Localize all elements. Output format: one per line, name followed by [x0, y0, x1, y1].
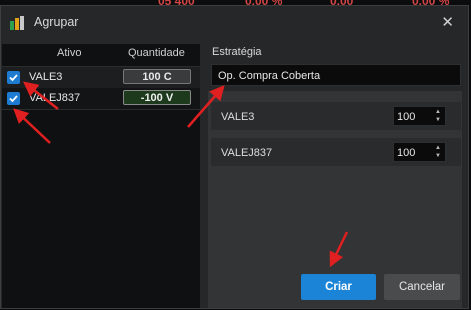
checkmark-icon: [9, 74, 18, 82]
window-title: Agrupar: [34, 15, 79, 29]
table-row[interactable]: VALE3 100 C: [2, 66, 200, 89]
strategy-field[interactable]: Op. Compra Coberta: [211, 64, 461, 86]
strategy-leg-row: VALE3 100 ▲ ▼: [211, 102, 461, 130]
column-header-quantity: Quantidade: [128, 47, 185, 59]
strategy-leg-row: VALEJ837 100 ▲ ▼: [211, 138, 461, 166]
spin-down-icon[interactable]: ▼: [435, 117, 441, 123]
group-dialog: Agrupar ✕ Ativo Quantidade VALE3 100 C V…: [0, 5, 469, 309]
row-checkbox-checked[interactable]: [7, 92, 20, 105]
asset-list-panel: Ativo Quantidade VALE3 100 C VALEJ837 -1…: [2, 44, 200, 308]
asset-name: VALE3: [29, 71, 63, 83]
asset-table-header: Ativo Quantidade: [2, 44, 200, 62]
app-logo-icon: [10, 16, 24, 30]
quantity-badge: 100 C: [123, 69, 191, 84]
row-checkbox-checked[interactable]: [7, 71, 20, 84]
leg-quantity-value: 100: [397, 111, 416, 123]
leg-asset-name: VALEJ837: [221, 147, 273, 159]
create-button[interactable]: Criar: [301, 274, 376, 300]
strategy-label: Estratégia: [212, 46, 262, 58]
cancel-button[interactable]: Cancelar: [384, 274, 460, 300]
spin-up-icon[interactable]: ▲: [435, 109, 441, 115]
asset-name: VALEJ837: [29, 92, 81, 104]
spin-up-icon[interactable]: ▲: [435, 145, 441, 151]
title-bar: Agrupar ✕: [1, 6, 468, 39]
leg-quantity-stepper[interactable]: 100 ▲ ▼: [393, 106, 446, 126]
leg-quantity-value: 100: [397, 147, 416, 159]
table-row[interactable]: VALEJ837 -100 V: [2, 88, 200, 110]
quantity-badge: -100 V: [123, 90, 191, 105]
close-icon[interactable]: ✕: [441, 13, 454, 31]
column-header-asset: Ativo: [57, 47, 82, 59]
leg-quantity-stepper[interactable]: 100 ▲ ▼: [393, 142, 446, 162]
leg-asset-name: VALE3: [221, 111, 255, 123]
checkmark-icon: [9, 95, 18, 103]
spin-down-icon[interactable]: ▼: [435, 153, 441, 159]
